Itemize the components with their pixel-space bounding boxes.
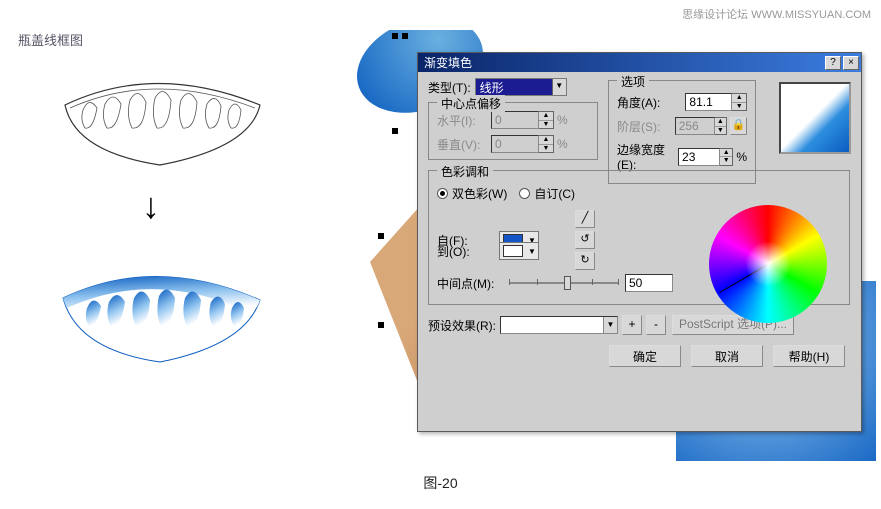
edge-input[interactable] [678, 148, 720, 166]
vertical-input [491, 135, 539, 153]
preset-remove-button[interactable]: - [646, 315, 666, 335]
color-harmony-group: 色彩调和 双色彩(W) 自订(C) 自(F): ▼ ╱ ↺ ↻ 到(O): ▼ [428, 170, 850, 305]
custom-label: 自订(C) [534, 185, 575, 202]
type-label: 类型(T): [428, 79, 471, 96]
midpoint-slider[interactable] [509, 274, 619, 292]
step-input [675, 117, 715, 135]
angle-label: 角度(A): [617, 94, 685, 111]
selection-handle[interactable] [392, 33, 398, 39]
chevron-down-icon[interactable]: ▼ [552, 79, 566, 95]
two-color-label: 双色彩(W) [452, 185, 507, 202]
help-button[interactable]: ? [825, 56, 841, 70]
offset-legend: 中心点偏移 [437, 95, 505, 112]
step-label: 阶层(S): [617, 118, 675, 135]
options-legend: 选项 [617, 73, 649, 90]
pct-label: % [557, 113, 568, 127]
selection-handle[interactable] [392, 128, 398, 134]
horizontal-spinner: ▲▼ [539, 111, 554, 129]
selection-handle[interactable] [402, 33, 408, 39]
edge-label: 边缘宽度(E): [617, 141, 678, 172]
chevron-down-icon[interactable]: ▼ [603, 317, 617, 333]
midpoint-value[interactable]: 50 [625, 274, 673, 292]
direction-cw-icon[interactable]: ↻ [575, 252, 595, 270]
center-offset-group: 中心点偏移 水平(I): ▲▼ % 垂直(V): ▲▼ % [428, 102, 598, 160]
preset-add-button[interactable]: + [622, 315, 642, 335]
custom-radio[interactable]: 自订(C) [519, 185, 575, 202]
type-combo[interactable]: 线形 ▼ [475, 78, 567, 96]
to-label: 到(O): [437, 243, 493, 260]
step-spinner: ▲▼ [715, 117, 728, 135]
dialog-titlebar[interactable]: 渐变填色 ? × [418, 53, 861, 72]
pct-label: % [736, 150, 747, 164]
horizontal-label: 水平(I): [437, 112, 491, 129]
dialog-title: 渐变填色 [424, 54, 823, 71]
close-button[interactable]: × [843, 56, 859, 70]
cancel-button[interactable]: 取消 [691, 345, 763, 367]
midpoint-label: 中间点(M): [437, 275, 503, 292]
wireframe-title: 瓶盖线框图 [18, 30, 83, 49]
preset-label: 预设效果(R): [428, 317, 496, 334]
gradient-preview [779, 82, 851, 154]
angle-input[interactable] [685, 93, 732, 111]
help-button[interactable]: 帮助(H) [773, 345, 845, 367]
gradient-fill-dialog: 渐变填色 ? × 类型(T): 线形 ▼ 中心点偏移 水平(I): ▲▼ % 垂… [417, 52, 862, 432]
direction-ccw-icon[interactable]: ↺ [575, 231, 595, 249]
color-wheel[interactable] [709, 205, 827, 323]
angle-spinner[interactable]: ▲▼ [732, 93, 747, 111]
watermark-text: 思缘设计论坛 WWW.MISSYUAN.COM [682, 6, 871, 22]
harmony-legend: 色彩调和 [437, 163, 493, 180]
figure-caption: 图-20 [423, 473, 457, 493]
vertical-spinner: ▲▼ [539, 135, 554, 153]
ok-button[interactable]: 确定 [609, 345, 681, 367]
options-group: 选项 角度(A): ▲▼ 阶层(S): ▲▼ 🔒 边缘宽度(E): ▲▼ % [608, 80, 756, 184]
edge-spinner[interactable]: ▲▼ [720, 148, 733, 166]
to-color-swatch[interactable]: ▼ [499, 242, 539, 260]
cap-rendered-gradient [55, 260, 265, 370]
preset-combo[interactable]: ▼ [500, 316, 618, 334]
direction-straight-icon[interactable]: ╱ [575, 210, 595, 228]
type-selected: 线形 [476, 79, 552, 96]
step-lock-icon[interactable]: 🔒 [730, 117, 747, 135]
vertical-label: 垂直(V): [437, 136, 491, 153]
cap-wireframe-outline [55, 70, 265, 170]
two-color-radio[interactable]: 双色彩(W) [437, 185, 507, 202]
selection-handle[interactable] [378, 322, 384, 328]
down-arrow-icon: ↓ [142, 185, 160, 227]
selection-handle[interactable] [378, 233, 384, 239]
horizontal-input [491, 111, 539, 129]
pct-label: % [557, 137, 568, 151]
